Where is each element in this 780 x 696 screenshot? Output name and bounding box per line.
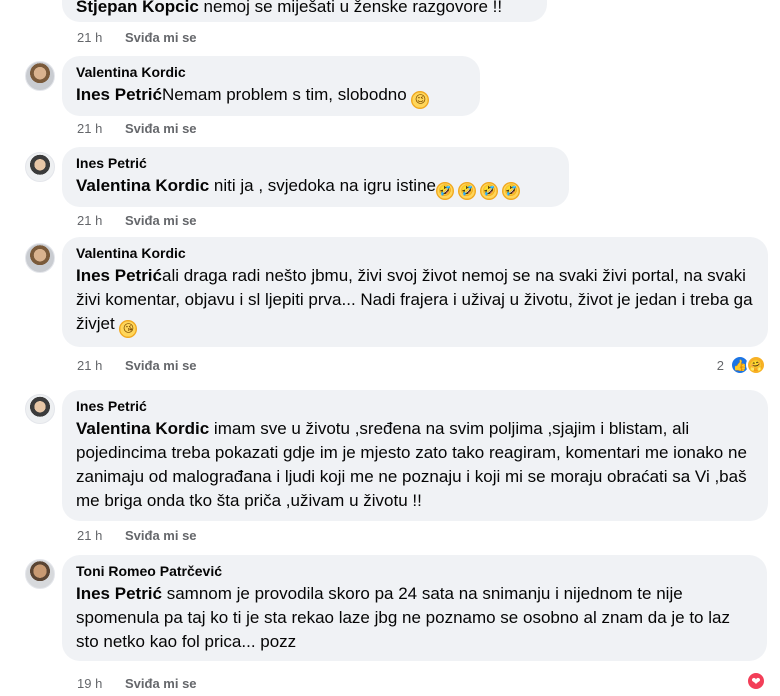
mention-link[interactable]: Valentina Kordic (76, 419, 209, 438)
reaction-count: 2 (716, 357, 724, 373)
avatar[interactable] (25, 243, 55, 273)
mention-link[interactable]: Ines Petrić (76, 584, 162, 603)
mention-link[interactable]: Ines Petrić (76, 85, 162, 104)
rofl-emoji-icon: 🤣 (458, 182, 476, 200)
avatar[interactable] (25, 559, 55, 589)
comment-text: samnom je provodila skoro pa 24 sata na … (76, 584, 730, 651)
comment-text: nemoj se miješati u ženske razgovore !! (203, 0, 503, 16)
rofl-emoji-icon: 🤣 (480, 182, 498, 200)
comment-author[interactable]: Valentina Kordic (76, 64, 468, 81)
kiss-emoji-icon: 😘 (119, 320, 138, 338)
care-reaction-icon: 🤗 (746, 355, 766, 375)
wink-emoji-icon: 😉 (411, 91, 430, 109)
comment-author[interactable]: Stjepan Kopcic (76, 0, 199, 16)
like-button[interactable]: Sviđa mi se (125, 358, 197, 373)
avatar[interactable] (25, 394, 55, 424)
comment-bubble: Toni Romeo Patrčević Ines Petrić samnom … (62, 555, 767, 661)
comment-author[interactable]: Ines Petrić (76, 398, 756, 415)
comment-meta: 21 h Sviđa mi se (77, 30, 197, 46)
comment-time[interactable]: 21 h (77, 358, 113, 374)
like-button[interactable]: Sviđa mi se (125, 121, 197, 136)
like-button[interactable]: Sviđa mi se (125, 213, 197, 228)
comment-bubble: Valentina Kordic Ines PetrićNemam proble… (62, 56, 480, 116)
comment-bubble: Ines Petrić Valentina Kordic imam sve u … (62, 390, 768, 521)
comment-text: ali draga radi nešto jbmu, živi svoj živ… (76, 266, 753, 333)
avatar[interactable] (25, 61, 55, 91)
mention-link[interactable]: Valentina Kordic (76, 176, 209, 195)
like-button[interactable]: Sviđa mi se (125, 30, 197, 45)
comment-time[interactable]: 21 h (77, 121, 113, 137)
reaction-summary[interactable]: 2 👍 🤗 (717, 354, 766, 376)
comment-author[interactable]: Valentina Kordic (76, 245, 756, 262)
rofl-emoji-icon: 🤣 (436, 182, 454, 200)
comment-time[interactable]: 21 h (77, 213, 113, 229)
comment-author[interactable]: Ines Petrić (76, 155, 557, 172)
comment-meta: 21 h Sviđa mi se (77, 213, 197, 229)
comment-meta: 21 h Sviđa mi se (77, 358, 197, 374)
comment-meta: 21 h Sviđa mi se (77, 121, 197, 137)
avatar[interactable] (25, 152, 55, 182)
comment-meta: 21 h Sviđa mi se (77, 528, 197, 544)
comment-time[interactable]: 19 h (77, 676, 113, 692)
rofl-emoji-icon: 🤣 (502, 182, 520, 200)
love-reaction-icon: ❤ (746, 671, 766, 691)
mention-link[interactable]: Ines Petrić (76, 266, 162, 285)
reaction-summary[interactable]: ❤ (746, 670, 766, 692)
comment-bubble: Stjepan Kopcic nemoj se miješati u žensk… (62, 0, 547, 22)
comment-bubble: Ines Petrić Valentina Kordic niti ja , s… (62, 147, 569, 207)
like-button[interactable]: Sviđa mi se (125, 528, 197, 543)
comment-text: Nemam problem s tim, slobodno (162, 85, 412, 104)
comment-author[interactable]: Toni Romeo Patrčević (76, 563, 755, 580)
comment-time[interactable]: 21 h (77, 30, 113, 46)
comment-bubble: Valentina Kordic Ines Petrićali draga ra… (62, 237, 768, 347)
comment-text: niti ja , svjedoka na igru istine (209, 176, 436, 195)
comment-time[interactable]: 21 h (77, 528, 113, 544)
like-button[interactable]: Sviđa mi se (125, 676, 197, 691)
comment-meta: 19 h Sviđa mi se (77, 676, 197, 692)
